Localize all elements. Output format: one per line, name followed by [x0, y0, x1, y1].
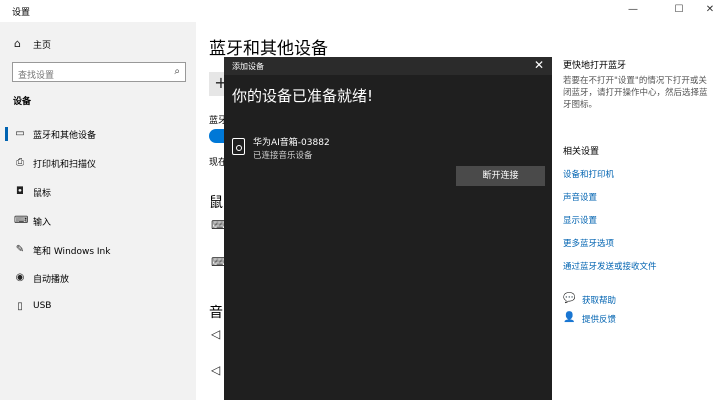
mouse-section-heading: 鼠	[209, 195, 223, 211]
search-input[interactable]	[13, 67, 163, 85]
keyboard-icon: ⌨	[211, 218, 229, 232]
speaker-icon: ◁	[211, 363, 221, 377]
feedback-label: 提供反馈	[582, 315, 617, 325]
maximize-button[interactable]: ☐	[672, 4, 686, 16]
add-device-dialog: 添加设备 ✕ 你的设备已准备就绪! 华为AI音箱-03882 已连接音乐设备 断…	[224, 57, 552, 400]
connected-device: 华为AI音箱-03882 已连接音乐设备	[232, 135, 542, 165]
speaker-icon: ◁	[211, 327, 221, 341]
device-status: 已连接音乐设备	[253, 151, 313, 161]
mouse-icon: ◘	[16, 186, 24, 197]
sidebar-item-label: 笔和 Windows Ink	[33, 247, 111, 257]
related-settings-heading: 相关设置	[563, 147, 600, 157]
usb-icon: ▯	[17, 301, 23, 312]
autoplay-icon: ◉	[15, 272, 25, 283]
window-title: 设置	[12, 8, 31, 18]
sidebar-item-printers[interactable]: ⎙ 打印机和扫描仪	[0, 152, 196, 174]
right-info-panel: 更快地打开蓝牙 若要在不打开"设置"的情况下打开或关闭蓝牙，请打开操作中心，然后…	[563, 58, 713, 111]
search-icon[interactable]: ⌕	[174, 66, 180, 77]
printer-icon: ⎙	[16, 157, 24, 168]
dialog-titlebar: 添加设备 ✕	[224, 57, 552, 75]
sidebar-item-label: 自动播放	[33, 275, 70, 285]
link-sound-settings[interactable]: 声音设置	[563, 191, 713, 203]
keyboard-icon: ⌨	[211, 255, 229, 269]
sidebar-item-pen[interactable]: ✎ 笔和 Windows Ink	[0, 239, 196, 261]
sidebar-item-label: 鼠标	[33, 189, 52, 199]
faster-bluetooth-description: 若要在不打开"设置"的情况下打开或关闭蓝牙，请打开操作中心，然后选择蓝牙图标。	[563, 76, 708, 110]
get-help-link[interactable]: 💬 获取帮助	[563, 293, 713, 307]
page-title: 蓝牙和其他设备	[209, 39, 328, 59]
sidebar-item-label: 蓝牙和其他设备	[33, 131, 97, 141]
sidebar-item-label: USB	[33, 301, 52, 311]
home-icon: ⌂	[14, 37, 21, 50]
sidebar-item-mouse[interactable]: ◘ 鼠标	[0, 181, 196, 203]
sidebar-item-label: 打印机和扫描仪	[33, 160, 97, 170]
feedback-link[interactable]: 👤 提供反馈	[563, 312, 713, 326]
audio-section-heading: 音	[209, 305, 223, 321]
keyboard-icon: ⌨	[14, 215, 29, 226]
sidebar-item-autoplay[interactable]: ◉ 自动播放	[0, 267, 196, 289]
device-name: 华为AI音箱-03882	[253, 138, 330, 148]
dialog-title: 添加设备	[232, 62, 264, 71]
sidebar-item-label: 主页	[33, 41, 52, 51]
pen-icon: ✎	[15, 244, 25, 255]
help-chat-icon: 💬	[563, 293, 576, 304]
speaker-icon	[232, 138, 245, 155]
feedback-icon: 👤	[563, 312, 576, 323]
link-devices-printers[interactable]: 设备和打印机	[563, 168, 713, 180]
sidebar-item-bluetooth[interactable]: ▭ 蓝牙和其他设备	[0, 123, 196, 145]
window-titlebar: 设置 — ☐ ✕	[0, 0, 725, 22]
dialog-close-button[interactable]: ✕	[534, 58, 544, 72]
faster-bluetooth-heading: 更快地打开蓝牙	[563, 61, 627, 71]
sidebar: ⌂ 主页 ⌕ 设备 ▭ 蓝牙和其他设备 ⎙ 打印机和扫描仪 ◘ 鼠标 ⌨ 输入 …	[0, 22, 196, 400]
section-heading: 设备	[13, 97, 32, 107]
link-display-settings[interactable]: 显示设置	[563, 214, 713, 226]
sidebar-item-label: 输入	[33, 218, 52, 228]
get-help-label: 获取帮助	[582, 296, 617, 306]
active-indicator	[5, 127, 8, 141]
sidebar-item-home[interactable]: ⌂ 主页	[0, 34, 196, 54]
sidebar-item-usb[interactable]: ▯ USB	[0, 296, 196, 318]
dialog-heading: 你的设备已准备就绪!	[232, 87, 374, 105]
link-more-bluetooth-options[interactable]: 更多蓝牙选项	[563, 237, 713, 249]
minimize-button[interactable]: —	[626, 4, 640, 16]
close-button[interactable]: ✕	[703, 4, 717, 16]
search-box: ⌕	[12, 62, 186, 85]
disconnect-button[interactable]: 断开连接	[456, 166, 545, 186]
related-settings: 相关设置 设备和打印机 声音设置 显示设置 更多蓝牙选项 通过蓝牙发送或接收文件	[563, 144, 713, 272]
bluetooth-icon: ▭	[15, 128, 25, 139]
sidebar-item-typing[interactable]: ⌨ 输入	[0, 210, 196, 232]
link-send-receive-files[interactable]: 通过蓝牙发送或接收文件	[563, 260, 713, 272]
